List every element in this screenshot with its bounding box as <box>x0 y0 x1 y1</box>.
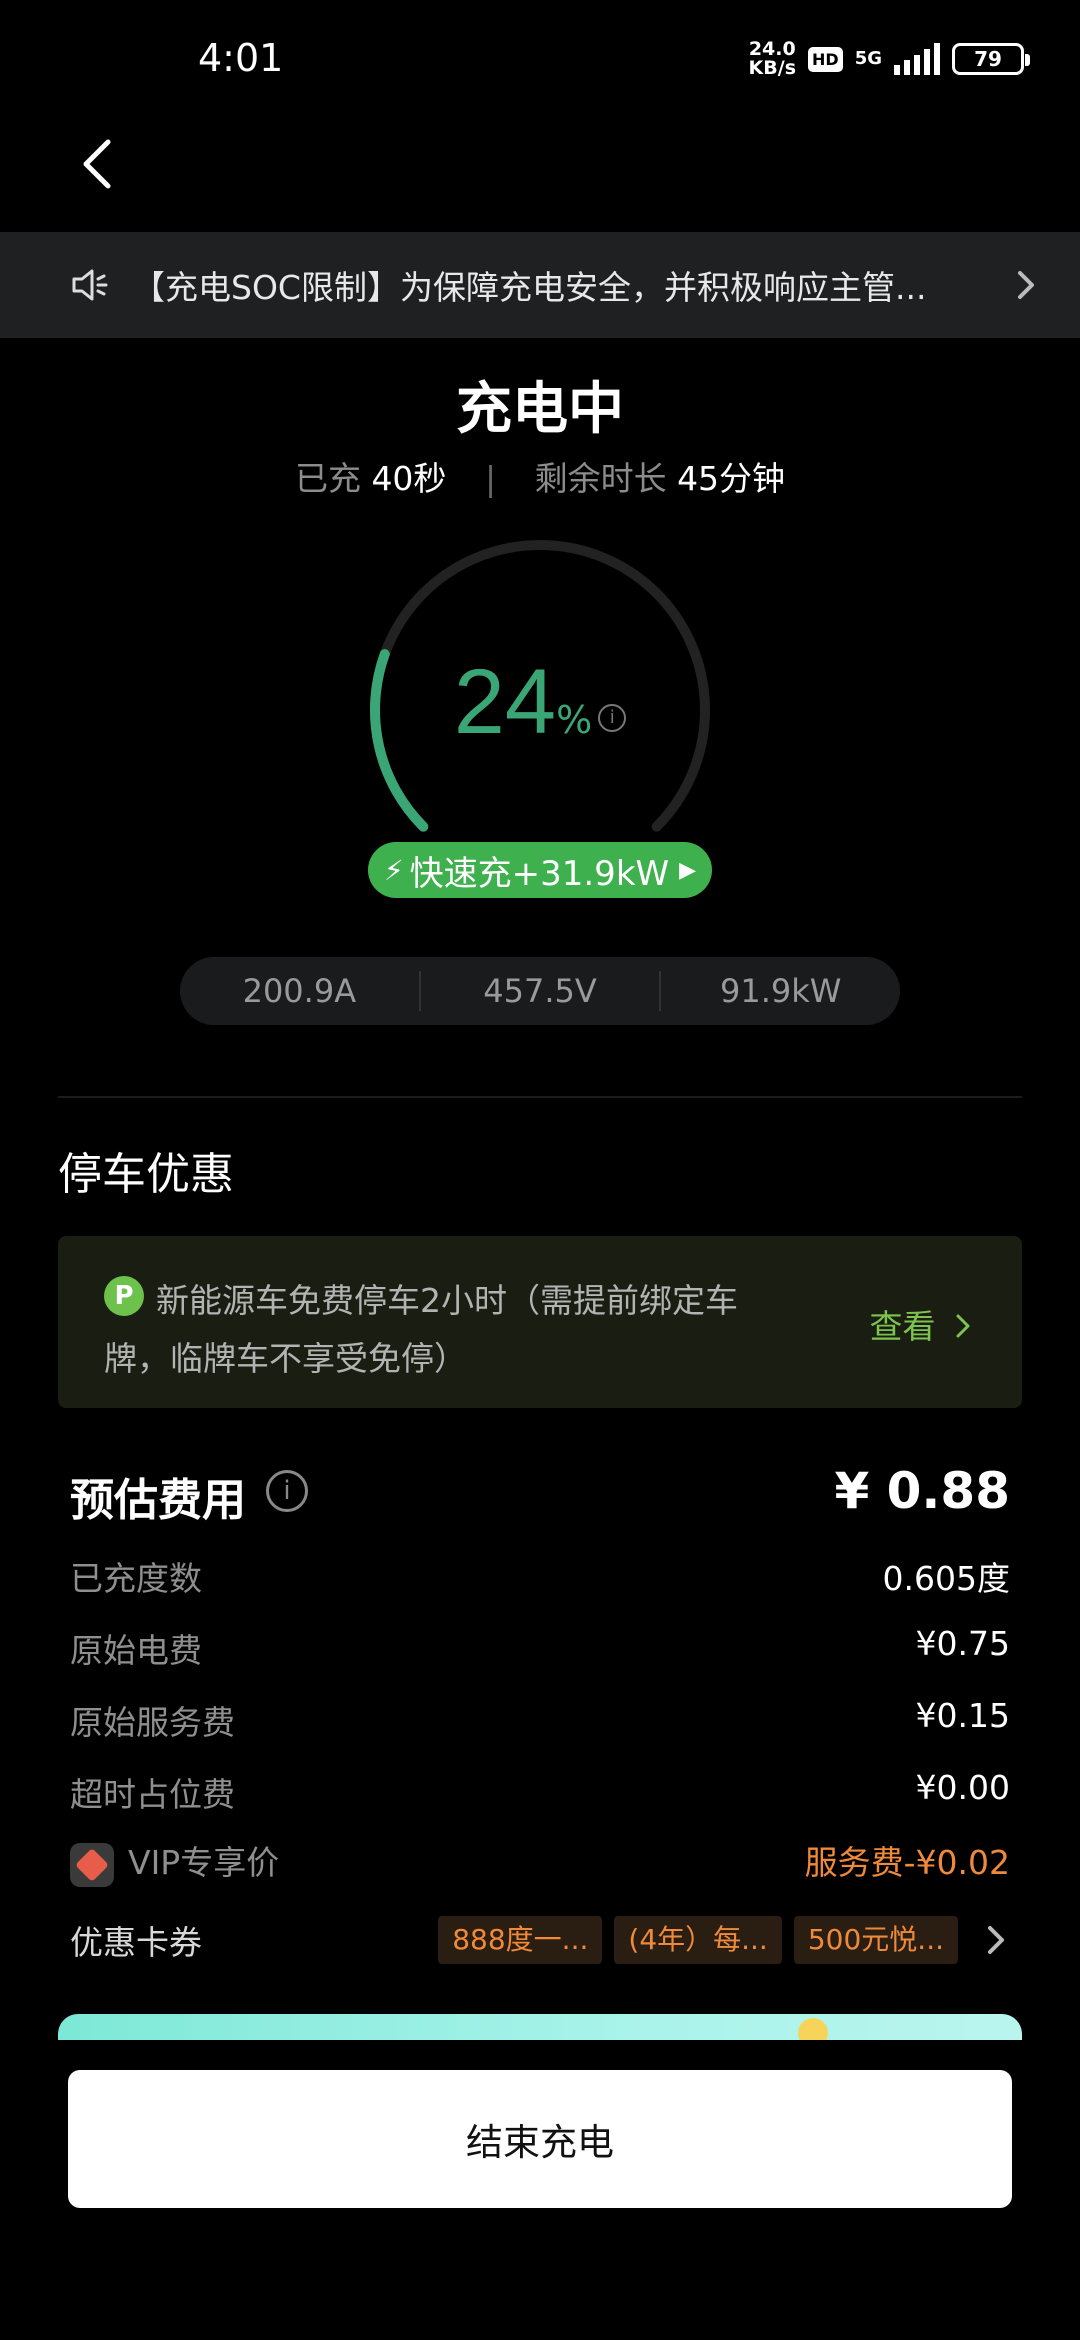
cost-row-electricity: 原始电费 ¥0.75 <box>70 1624 1010 1670</box>
status-time: 4:01 <box>198 36 284 80</box>
charging-status-title: 充电中 <box>456 377 624 442</box>
back-button[interactable] <box>74 134 124 194</box>
end-charging-button[interactable]: 结束充电 <box>68 2070 1012 2208</box>
network-speed: 24.0 KB/s <box>748 38 797 79</box>
section-divider <box>58 1096 1022 1098</box>
parking-view-link[interactable]: 查看 <box>870 1300 975 1348</box>
fast-charge-badge[interactable]: ⚡ 快速充+31.9kW ▶ <box>368 842 712 898</box>
signal-icon <box>894 43 940 75</box>
coupon-label: 优惠卡券 <box>70 1923 202 1962</box>
parking-card[interactable]: 新能源车免费停车2小时（需提前绑定车牌，临牌车不享受免停） P 查看 <box>58 1236 1022 1408</box>
fast-charge-label: 快速充+31.9kW <box>409 853 670 894</box>
battery-icon: 79 <box>952 43 1030 75</box>
cost-row-energy: 已充度数 0.605度 <box>70 1559 1010 1598</box>
charging-time-info: 已充 40秒 | 剩余时长 45分钟 <box>0 452 1080 500</box>
elapsed-label: 已充 <box>294 459 361 498</box>
parking-icon: P <box>104 1276 144 1316</box>
cost-total: ¥ 0.88 <box>834 1462 1010 1520</box>
notice-banner[interactable]: 【充电SOC限制】为保障充电安全，并积极响应主管... <box>0 232 1080 338</box>
battery-level: 79 <box>974 47 1002 71</box>
power-value: 91.9kW <box>719 972 842 1010</box>
chevron-right-icon[interactable] <box>980 1920 1010 1960</box>
status-icons: 24.0 KB/s HD 5G 79 <box>748 38 1030 79</box>
parking-text: 新能源车免费停车2小时（需提前绑定车牌，临牌车不享受免停） <box>104 1281 738 1378</box>
remaining-value: 45分钟 <box>677 459 786 498</box>
notice-text: 【充电SOC限制】为保障充电安全，并积极响应主管... <box>132 268 927 307</box>
hd-badge: HD <box>808 46 843 72</box>
chevron-left-icon <box>83 139 111 189</box>
coupon-tag[interactable]: (4年）每... <box>614 1916 782 1964</box>
status-bar: 4:01 24.0 KB/s HD 5G 79 <box>0 0 1080 120</box>
lightning-icon: ⚡ <box>383 853 404 887</box>
voltage-value: 457.5V <box>483 972 597 1010</box>
vip-value: 服务费-¥0.02 <box>804 1843 1010 1882</box>
speaker-icon <box>72 269 108 301</box>
play-arrow-icon: ▶ <box>679 857 697 883</box>
remaining-label: 剩余时长 <box>534 459 667 498</box>
info-icon[interactable]: i <box>266 1470 308 1512</box>
info-icon[interactable]: i <box>598 704 627 732</box>
promo-banner[interactable] <box>58 2014 1022 2040</box>
cost-row-vip: VIP专享价 服务费-¥0.02 <box>70 1836 1010 1887</box>
soc-unit: % <box>556 698 593 742</box>
vip-label: VIP专享价 <box>128 1843 280 1882</box>
current-value: 200.9A <box>242 972 357 1010</box>
parking-section-title: 停车优惠 <box>58 1149 234 1200</box>
chevron-right-icon <box>956 1314 970 1338</box>
network-type: 5G <box>854 48 882 69</box>
coupon-row[interactable]: 优惠卡券 888度一... (4年）每... 500元悦... <box>70 1912 1010 1968</box>
coupon-tag[interactable]: 888度一... <box>438 1916 603 1964</box>
cost-row-overtime: 超时占位费 ¥0.00 <box>70 1768 1010 1814</box>
chevron-right-icon <box>1018 271 1034 299</box>
soc-percent: 24 <box>453 651 557 753</box>
separator: | <box>484 459 497 498</box>
elapsed-value: 40秒 <box>371 459 447 498</box>
soc-readout: 24% i <box>360 650 720 755</box>
cost-row-service: 原始服务费 ¥0.15 <box>70 1696 1010 1742</box>
coupon-tag[interactable]: 500元悦... <box>793 1916 958 1964</box>
cost-title: 预估费用 <box>70 1475 246 1526</box>
charging-stats: 200.9A 457.5V 91.9kW <box>180 957 900 1025</box>
vip-icon <box>70 1842 114 1887</box>
